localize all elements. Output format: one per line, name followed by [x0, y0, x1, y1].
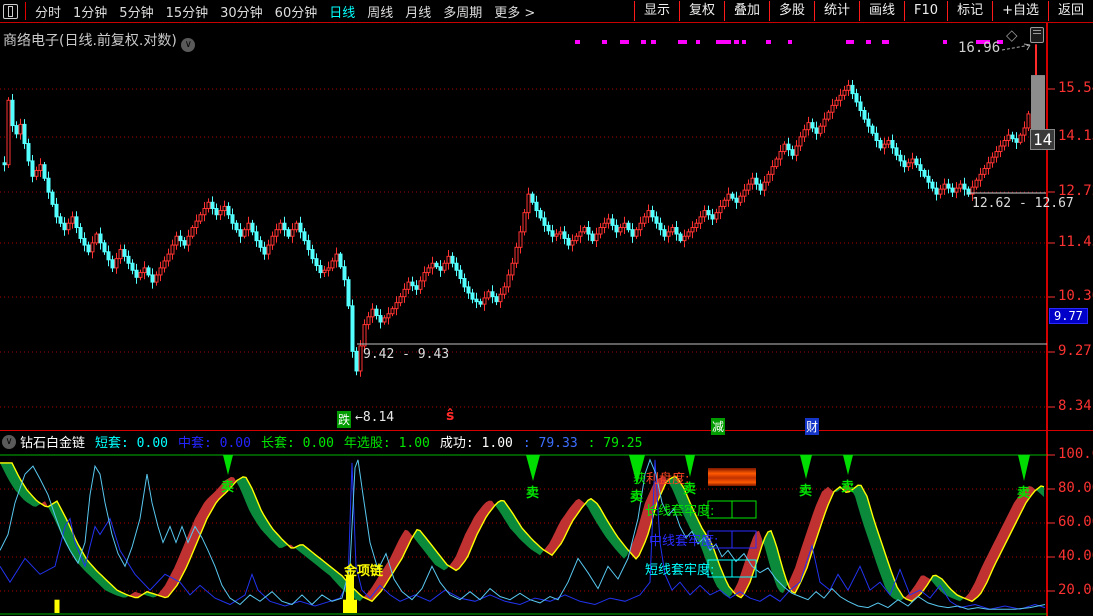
chevron-down-icon[interactable]: ∨	[181, 38, 196, 52]
indicator-axis-tick: 100.00	[1058, 446, 1093, 462]
tab-9[interactable]: 月线	[405, 2, 431, 21]
sell-marker-label: 卖	[799, 484, 813, 499]
main-axis-tick: 8.34	[1058, 398, 1092, 414]
indicator-axis-tick: 60.00	[1058, 514, 1093, 530]
indicator-param-3: 长套: 0.00	[260, 436, 334, 451]
toolbar-button-8[interactable]: 标记	[947, 1, 992, 21]
separator	[25, 2, 26, 20]
toolbar-button-9[interactable]: +自选	[992, 1, 1048, 21]
indicator-name[interactable]: 钻石白金链	[20, 432, 85, 451]
fall-signal-badge: 跌	[337, 411, 352, 428]
main-axis-tick: 10.30	[1058, 288, 1093, 304]
indicator-param-1: 短套: 0.00	[95, 436, 168, 451]
toolbar-button-10[interactable]: 返回	[1047, 1, 1093, 21]
tab-2[interactable]: 1分钟	[73, 2, 107, 21]
tab-11[interactable]: 更多 >	[494, 2, 535, 21]
price-range-annotation-low: 9.42 - 9.43	[363, 347, 450, 362]
indicator-param-6: : 79.33	[522, 436, 578, 451]
toolbar-button-1[interactable]: 显示	[633, 1, 679, 21]
high-price-label: 16.96	[958, 40, 1001, 56]
main-axis-tick: 14.13	[1058, 128, 1093, 144]
indicator-param-2: 中套: 0.00	[177, 436, 251, 451]
sell-marker-label: 卖	[1017, 486, 1031, 501]
indicator-param-4: 年选股: 1.00	[343, 436, 430, 451]
indicator-axis-tick: 20.00	[1058, 582, 1093, 598]
sell-marker-label: 卖	[683, 482, 697, 497]
main-axis-tick: 9.27	[1058, 343, 1092, 359]
tab-6[interactable]: 60分钟	[275, 2, 318, 21]
main-axis-tick: 12.72	[1058, 183, 1093, 199]
sell-marker-label: 卖	[630, 490, 644, 505]
toolbar-buttons: 显示 复权 叠加 多股 统计 画线 F10 标记 +自选 返回	[633, 0, 1093, 22]
notebook-icon[interactable]	[1030, 27, 1044, 43]
toolbar-button-5[interactable]: 统计	[814, 1, 859, 21]
chart-title-text: 商络电子(日线.前复权.对数)	[3, 33, 177, 49]
toolbar-button-4[interactable]: 多股	[768, 1, 814, 21]
chart-title: 商络电子(日线.前复权.对数) ∨	[3, 30, 196, 52]
profit-pressure-label: 获利盘度:	[633, 472, 690, 487]
indicator-header: ∨ 钻石白金链 短套: 0.00 中套: 0.00 长套: 0.00 年选股: 1.0…	[0, 432, 1093, 451]
tab-4[interactable]: 15分钟	[166, 2, 209, 21]
chart-canvas[interactable]	[0, 0, 1093, 616]
window-layout-icon[interactable]	[3, 3, 18, 19]
tab-8[interactable]: 周线	[367, 2, 393, 21]
diamond-marker-icon[interactable]: ◇	[1006, 26, 1018, 44]
sell-marker-label: 卖	[841, 480, 855, 495]
sell-marker-label: 卖	[221, 480, 235, 495]
tab-1[interactable]: 分时	[35, 2, 61, 21]
main-axis-tick: 15.54	[1058, 80, 1093, 96]
toolbar-button-7[interactable]: F10	[904, 1, 947, 21]
current-price-tag: 9.77	[1049, 308, 1088, 324]
low-price-arrow-label: ←8.14	[355, 410, 395, 425]
indicator-param-5: 成功: 1.00	[439, 436, 513, 451]
tab-7[interactable]: 日线	[329, 2, 355, 21]
tab-5[interactable]: 30分钟	[220, 2, 263, 21]
short-term-trap-label: 短线套牢度:	[645, 563, 715, 578]
toolbar-button-3[interactable]: 叠加	[723, 1, 769, 21]
main-axis-tick: 11.45	[1058, 234, 1093, 250]
indicator-param-7: : 79.25	[587, 436, 643, 451]
trading-app-window: { "topbar": { "left_tabs": [ {"label":"分…	[0, 0, 1093, 616]
period-tabs: 分时 1分钟 5分钟 15分钟 30分钟 60分钟 日线 周线 月线 多周期 更多 >	[29, 2, 541, 21]
last-body-price-tag: 14	[1030, 129, 1056, 150]
chevron-down-icon[interactable]: ∨	[2, 434, 16, 449]
toolbar-button-2[interactable]: 复权	[678, 1, 724, 21]
indicator-axis-tick: 80.00	[1058, 480, 1093, 496]
long-term-trap-label: 长线套牢度:	[645, 504, 715, 519]
indicator-axis-tick: 40.00	[1058, 548, 1093, 564]
gold-necklace-label: 金项链	[344, 564, 384, 579]
top-toolbar: 分时 1分钟 5分钟 15分钟 30分钟 60分钟 日线 周线 月线 多周期 更多 > 显示 复权 叠加…	[0, 0, 1093, 23]
sell-marker-label: 卖	[526, 486, 540, 501]
indicator-params: 短套: 0.00 中套: 0.00 长套: 0.00 年选股: 1.00 成功: 1.0…	[95, 432, 652, 451]
toolbar-button-6[interactable]: 画线	[859, 1, 904, 21]
mid-term-trap-label: 中线套牢度:	[649, 534, 719, 549]
tab-10[interactable]: 多周期	[443, 2, 482, 21]
sell-s-marker: ŝ	[446, 408, 455, 424]
tab-3[interactable]: 5分钟	[119, 2, 153, 21]
